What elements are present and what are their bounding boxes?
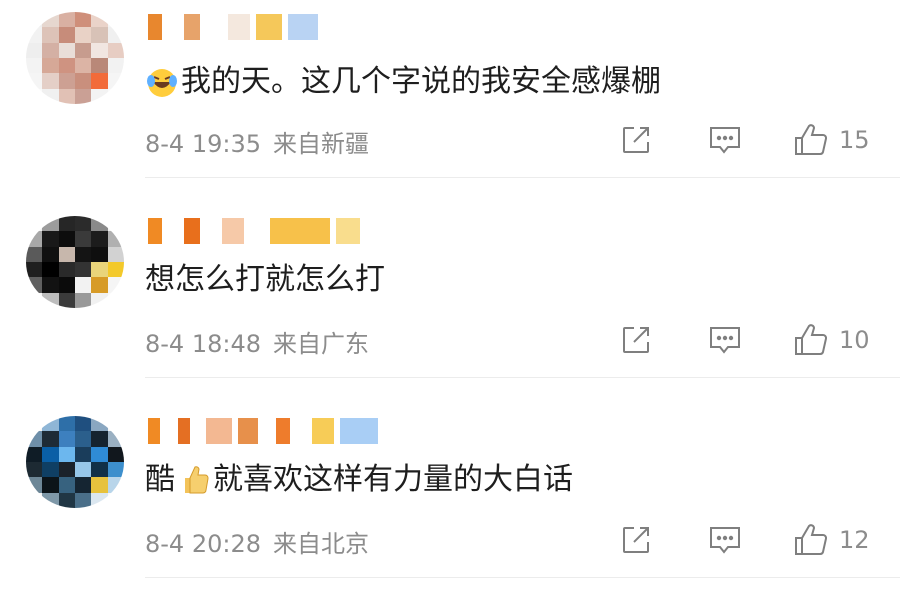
comment-body: 我的天。这几个字说的我安全感爆棚 bbox=[181, 64, 661, 99]
thumbs-up-emoji bbox=[185, 466, 209, 494]
username-redacted[interactable] bbox=[148, 216, 360, 246]
avatar[interactable] bbox=[26, 12, 124, 104]
comment-body: 想怎么打就怎么打 bbox=[145, 262, 385, 297]
comment-item: 我的天。这几个字说的我安全感爆棚 8-4 19:35 来自新疆 15 bbox=[0, 0, 900, 200]
share-icon bbox=[623, 327, 649, 353]
share-icon bbox=[623, 127, 649, 153]
reply-button[interactable] bbox=[708, 120, 742, 160]
reply-button[interactable] bbox=[708, 320, 742, 360]
comment-text: 我的天。这几个字说的我安全感爆棚 bbox=[145, 62, 661, 102]
like-button[interactable]: 12 bbox=[793, 520, 870, 560]
comment-icon bbox=[710, 127, 740, 154]
forward-button[interactable] bbox=[620, 120, 652, 160]
comment-text: 想怎么打就怎么打 bbox=[145, 260, 385, 300]
comment-text: 酷 就喜欢这样有力量的大白话 bbox=[145, 460, 573, 500]
comment-body-start: 酷 bbox=[145, 462, 175, 497]
comment-actions: 10 bbox=[0, 320, 900, 360]
forward-button[interactable] bbox=[620, 520, 652, 560]
username-redacted[interactable] bbox=[148, 12, 318, 42]
thumbs-up-icon bbox=[795, 124, 827, 155]
thumbs-up-icon bbox=[795, 324, 827, 355]
like-count: 10 bbox=[839, 326, 870, 354]
laughing-crying-emoji bbox=[147, 69, 177, 97]
like-count: 15 bbox=[839, 126, 870, 154]
comment-icon bbox=[710, 327, 740, 354]
comment-item: 想怎么打就怎么打 8-4 18:48 来自广东 10 bbox=[0, 200, 900, 400]
comment-list: 我的天。这几个字说的我安全感爆棚 8-4 19:35 来自新疆 15 想怎么打就… bbox=[0, 0, 900, 578]
share-icon bbox=[623, 527, 649, 553]
reply-button[interactable] bbox=[708, 520, 742, 560]
thumbs-up-icon bbox=[795, 524, 827, 555]
like-button[interactable]: 10 bbox=[793, 320, 870, 360]
like-button[interactable]: 15 bbox=[793, 120, 870, 160]
comment-icon bbox=[710, 527, 740, 554]
avatar[interactable] bbox=[26, 216, 124, 308]
comment-item: 酷 就喜欢这样有力量的大白话 8-4 20:28 来自北京 12 bbox=[0, 400, 900, 600]
divider bbox=[145, 377, 900, 378]
forward-button[interactable] bbox=[620, 320, 652, 360]
avatar[interactable] bbox=[26, 416, 124, 508]
divider bbox=[145, 177, 900, 178]
comment-actions: 15 bbox=[0, 120, 900, 160]
comment-actions: 12 bbox=[0, 520, 900, 560]
like-count: 12 bbox=[839, 526, 870, 554]
username-redacted[interactable] bbox=[148, 416, 378, 446]
comment-body-end: 就喜欢这样有力量的大白话 bbox=[213, 462, 573, 497]
